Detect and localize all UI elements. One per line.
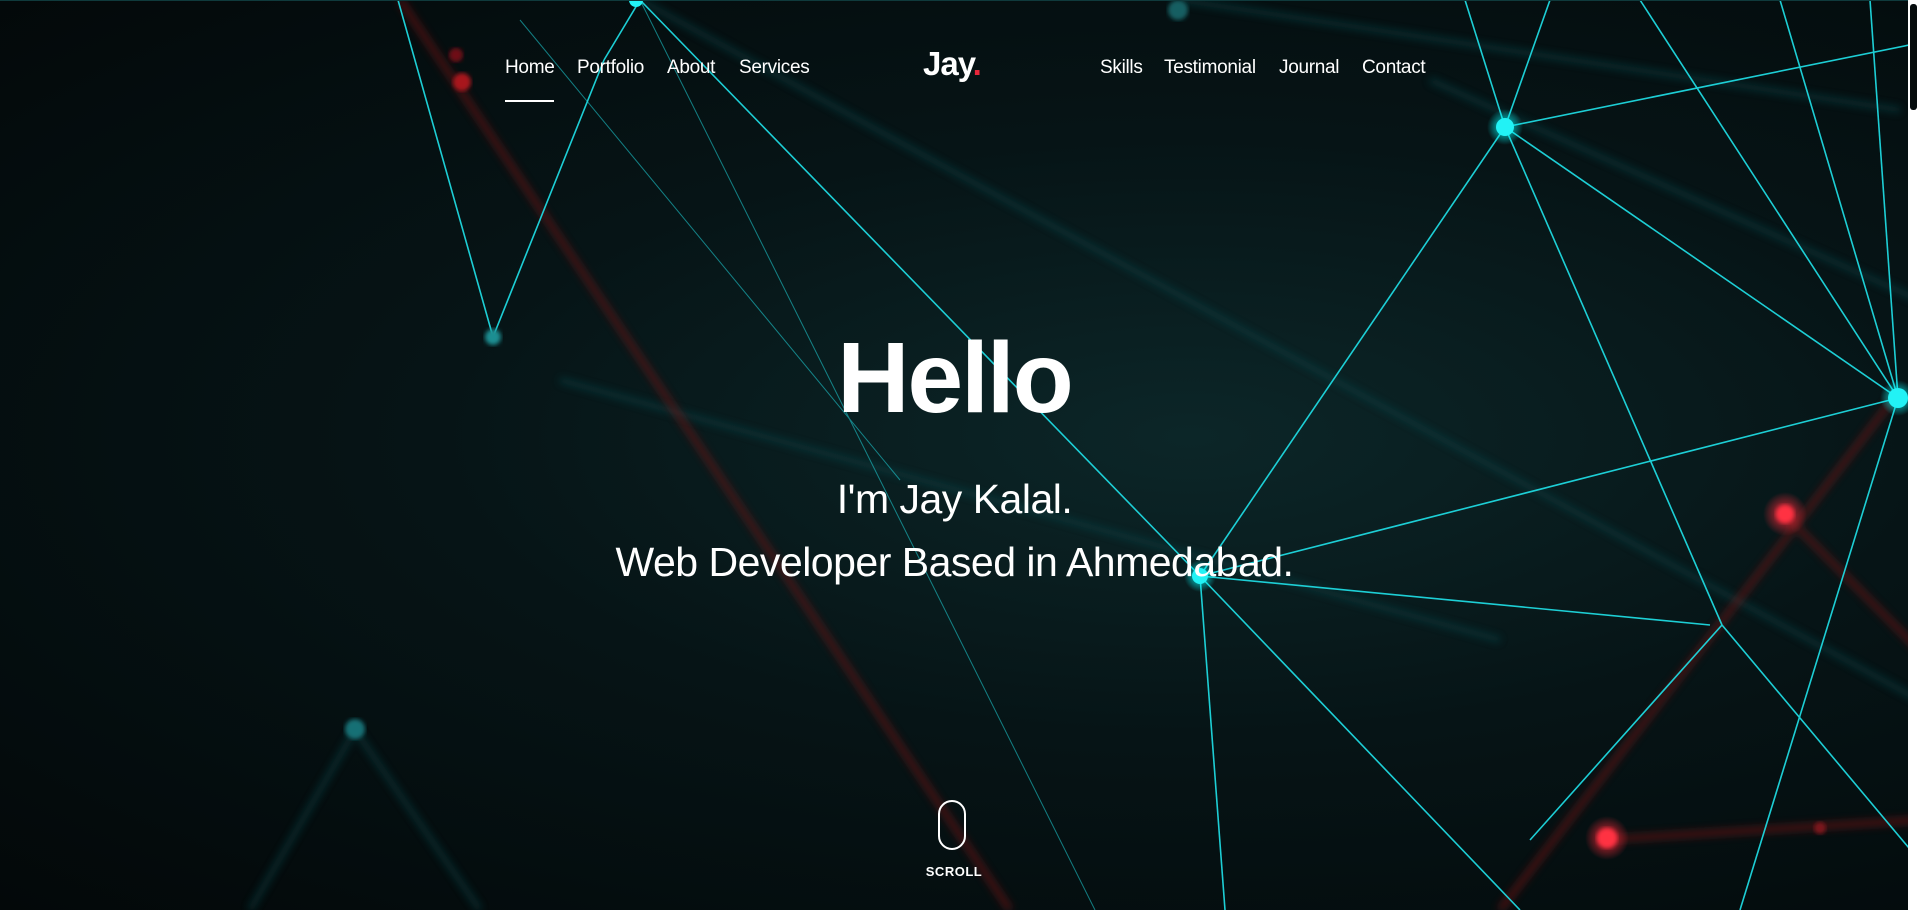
hero-tagline: Web Developer Based in Ahmedabad. — [615, 539, 1294, 585]
hero-section: Home Portfolio About Services Skills Tes… — [0, 0, 1919, 910]
scroll-label: SCROLL — [925, 864, 983, 879]
nav-contact[interactable]: Contact — [1362, 57, 1426, 79]
nav-about[interactable]: About — [667, 57, 715, 79]
nav-home[interactable]: Home — [505, 57, 555, 79]
logo-text: Jay — [923, 45, 974, 82]
active-nav-underline — [505, 100, 554, 102]
nav-skills[interactable]: Skills — [1100, 57, 1143, 79]
nav-journal[interactable]: Journal — [1279, 57, 1340, 79]
hero-title: Hello — [837, 322, 1073, 434]
mouse-icon — [938, 800, 966, 850]
logo-dot: . — [972, 45, 982, 82]
nav-testimonial[interactable]: Testimonial — [1164, 57, 1256, 79]
top-border — [0, 0, 1919, 1]
page-scrollbar[interactable] — [1908, 0, 1919, 910]
network-background — [247, 0, 1919, 910]
site-logo[interactable]: Jay. — [923, 45, 982, 83]
nav-services[interactable]: Services — [739, 57, 810, 79]
hero-intro: I'm Jay Kalal. — [836, 476, 1073, 522]
scrollbar-thumb[interactable] — [1910, 4, 1917, 110]
nav-portfolio[interactable]: Portfolio — [577, 57, 644, 79]
